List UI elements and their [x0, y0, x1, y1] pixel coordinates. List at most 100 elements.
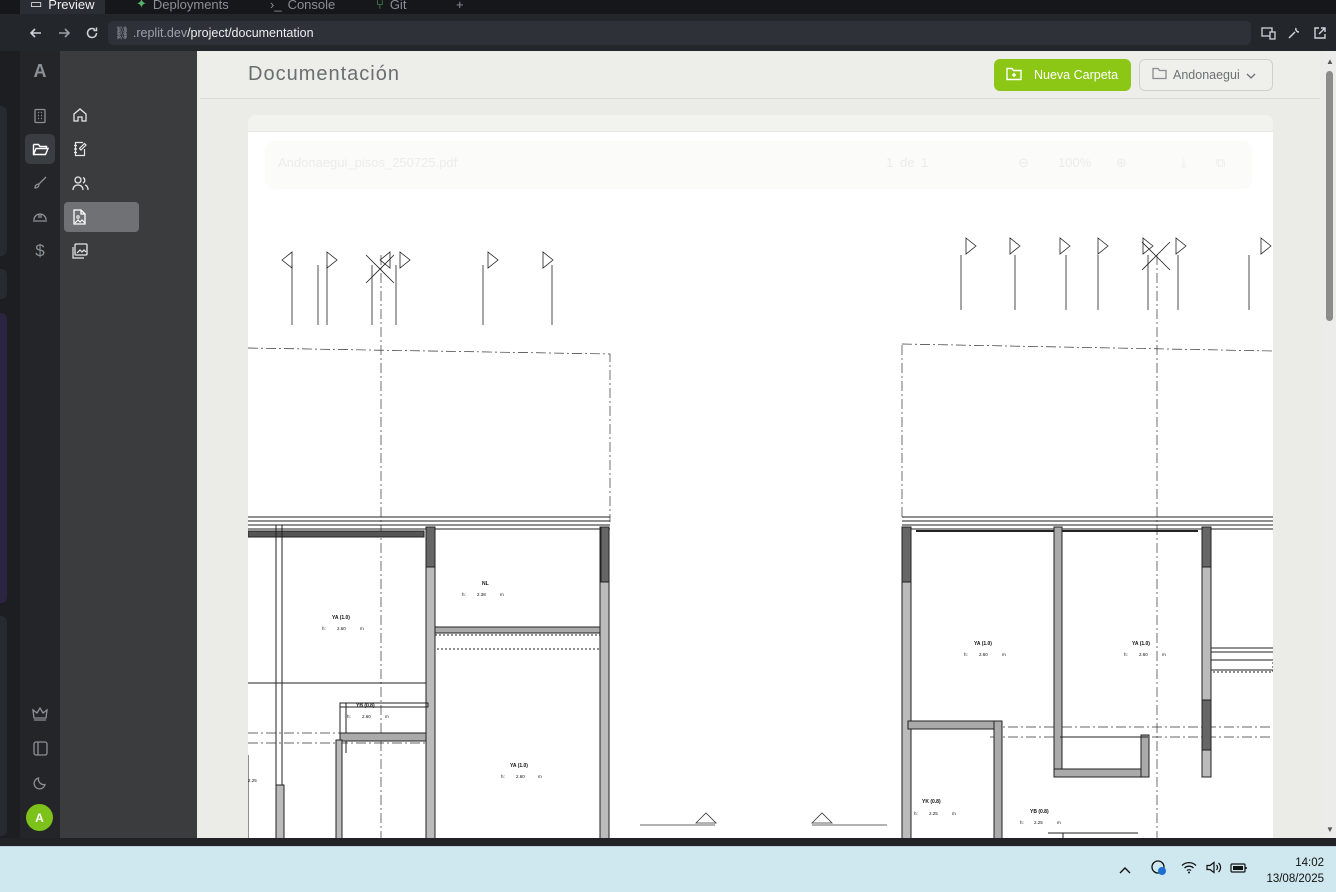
chevron-up-icon[interactable]	[1119, 861, 1131, 877]
download-icon[interactable]: ⤓	[1181, 155, 1187, 171]
back-arrow-icon[interactable]	[26, 23, 46, 43]
hard-hat-icon[interactable]	[25, 202, 55, 232]
zoom-out-icon[interactable]: ⊖	[1018, 155, 1029, 171]
height-value: 2.60	[1139, 652, 1148, 657]
zoom-level: 100%	[1058, 155, 1092, 170]
monitor-icon: ▭	[30, 0, 43, 11]
tab-console[interactable]: ›_ Console	[260, 0, 345, 14]
reload-icon[interactable]	[82, 23, 102, 43]
pdf-viewer: YA (1.0) NL YB (0.8) YA (1.0) YA (1.0) Y…	[248, 115, 1273, 838]
url-input[interactable]: ⛓ .replit.dev/project/documentation	[108, 21, 1251, 45]
wifi-icon[interactable]	[1181, 861, 1197, 877]
height-unit: m	[1162, 652, 1166, 657]
window-bottom-edge	[0, 838, 1336, 846]
height-prefix: h:	[914, 811, 918, 816]
rocket-icon: ✦	[136, 0, 147, 11]
moon-icon[interactable]	[25, 767, 55, 797]
height-value: 2.60	[337, 626, 346, 631]
dollar-icon[interactable]: $	[25, 236, 55, 266]
tab-deployments[interactable]: ✦ Deployments	[126, 0, 239, 14]
height-prefix: h:	[964, 652, 968, 657]
folder-plus-icon	[1006, 67, 1022, 84]
height-prefix: h:	[1124, 652, 1128, 657]
folder-select-value: Andonaegui	[1173, 68, 1240, 82]
height-unit: m	[952, 811, 956, 816]
volume-icon[interactable]	[1206, 861, 1222, 877]
scrollbar-thumb[interactable]	[1326, 71, 1333, 321]
clock-time: 14:02	[1295, 857, 1324, 869]
folder-icon	[1152, 67, 1167, 83]
panel-edge	[0, 616, 7, 836]
folder-open-icon[interactable]	[25, 134, 55, 164]
panel-edge	[0, 269, 7, 299]
room-label: YA (1.0)	[1132, 641, 1150, 647]
new-folder-label: Nueva Carpeta	[1034, 68, 1119, 82]
system-clock[interactable]: 14:02 13/08/2025	[1266, 855, 1324, 887]
url-host: .replit.dev	[132, 26, 188, 40]
room-label: YA (1.0)	[332, 615, 350, 621]
url-path: /project/documentation	[187, 26, 314, 40]
pdf-toolbar: Andonaegui_pisos_250725.pdf 1 de 1 ⊖ 100…	[266, 141, 1251, 187]
notebook-pen-icon[interactable]	[64, 134, 139, 164]
height-prefix: h:	[462, 592, 466, 597]
height-unit: m	[360, 626, 364, 631]
height-prefix: h:	[501, 774, 505, 779]
scroll-down-icon[interactable]: ▼	[1326, 825, 1334, 834]
height-value: 2.25	[929, 811, 938, 816]
panel-edge	[0, 106, 7, 256]
tab-label: Console	[287, 0, 336, 12]
battery-icon[interactable]	[1230, 861, 1248, 877]
devices-icon[interactable]	[1259, 24, 1277, 42]
clock-date: 13/08/2025	[1266, 873, 1324, 885]
sidebar-toggle-icon[interactable]	[25, 733, 55, 763]
home-icon[interactable]	[64, 100, 139, 130]
height-unit: m	[538, 774, 542, 779]
scroll-up-icon[interactable]: ▲	[1326, 57, 1334, 66]
page-header: Documentación Nueva Carpeta Andonaegui	[200, 51, 1320, 99]
images-icon[interactable]	[64, 236, 139, 266]
new-folder-button[interactable]: Nueva Carpeta	[994, 59, 1131, 91]
height-value: 2.38	[477, 592, 486, 597]
room-label: YK (0.8)	[922, 799, 941, 805]
room-label: YA (1.0)	[510, 763, 528, 769]
height-prefix: h:	[322, 626, 326, 631]
scrollbar[interactable]: ▲ ▼	[1323, 51, 1336, 838]
address-bar: ⛓ .replit.dev/project/documentation	[0, 14, 1336, 51]
room-label: NL	[482, 581, 489, 587]
crown-icon[interactable]	[25, 699, 55, 729]
brush-icon[interactable]	[25, 168, 55, 198]
app-logo[interactable]: A	[25, 56, 55, 86]
room-label: YB (0.8)	[1030, 809, 1049, 815]
link-icon: ⛓	[114, 25, 130, 40]
tab-git[interactable]: ⑂ Git	[366, 0, 416, 14]
tab-label: Preview	[48, 0, 95, 12]
page-current[interactable]: 1	[886, 155, 893, 170]
browser-tab-strip: ▭ Preview ✦ Deployments ›_ Console ⑂ Git…	[0, 0, 1336, 14]
tab-label: Deployments	[152, 0, 229, 12]
height-value: 2.60	[362, 714, 371, 719]
page-sep: de	[900, 155, 915, 170]
height-value: 2.25	[1034, 820, 1043, 825]
avatar[interactable]: A	[26, 804, 53, 831]
floor-plan-drawing: YA (1.0) NL YB (0.8) YA (1.0) YA (1.0) Y…	[248, 237, 1273, 838]
users-icon[interactable]	[64, 168, 139, 198]
app-icon-rail: A $ A	[20, 51, 60, 838]
external-link-icon[interactable]	[1311, 24, 1329, 42]
git-branch-icon: ⑂	[376, 0, 384, 12]
file-image-icon[interactable]	[64, 202, 139, 232]
height-unit: m	[385, 714, 389, 719]
folder-select[interactable]: Andonaegui	[1139, 59, 1273, 91]
network-status-icon[interactable]	[1150, 859, 1168, 880]
tab-preview[interactable]: ▭ Preview	[20, 0, 105, 14]
building-icon[interactable]	[25, 101, 55, 131]
new-tab-button[interactable]: +	[446, 0, 474, 14]
room-label: YA (1.0)	[974, 641, 992, 647]
zoom-in-icon[interactable]: ⊕	[1116, 155, 1127, 171]
room-label: YB (0.8)	[356, 703, 375, 709]
open-external-icon[interactable]: ⧉	[1216, 155, 1225, 171]
outer-left-panel	[0, 51, 20, 838]
pdf-filename: Andonaegui_pisos_250725.pdf	[278, 155, 458, 170]
forward-arrow-icon[interactable]	[54, 23, 74, 43]
height-unit: m	[500, 592, 504, 597]
wrench-icon[interactable]	[1285, 24, 1303, 42]
